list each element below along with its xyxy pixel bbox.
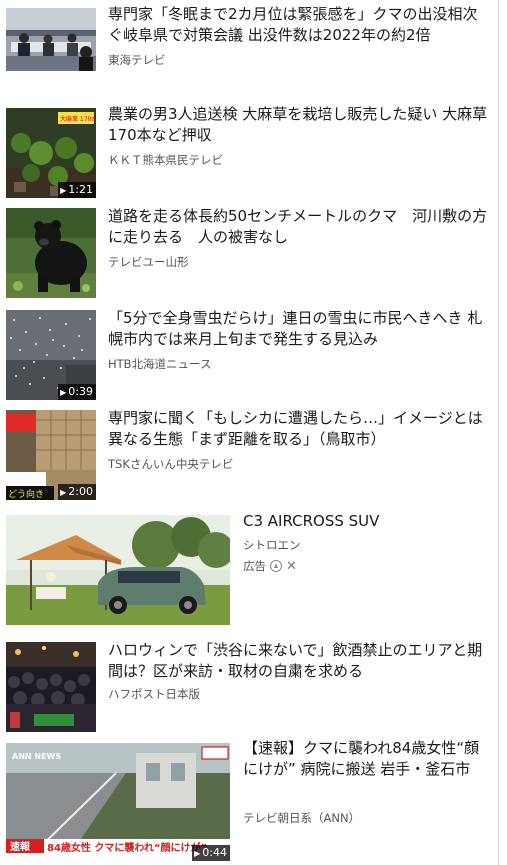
ad-label: 広告 [243,559,266,573]
thumbnail-cannabis: 大麻草 170本押収 ▶1:21 [6,108,96,198]
news-item-snow-bugs[interactable]: ▶ 0:39 「5分で全身雪虫だらけ」連日の雪虫に市民へきへき 札幌市内では来月上… [0,308,497,400]
channel-logo: ANN NEWS [12,752,61,761]
thumbnail-bear [6,208,96,298]
breaking-badge: 速報 [10,840,31,853]
ad-brand: シトロエン [243,538,301,552]
article-title: 農業の男3人追送検 大麻草を栽培し販売した疑い 大麻草170本など押収 [108,105,488,144]
thumbnail-caption: どう向き [8,488,44,500]
adchoices-icon[interactable] [270,560,282,572]
thumbnail-iwate-road: ANN NEWS 速報 84歳女性 クマに襲われ“顔にけが” ▶ 0:44 [6,743,230,861]
article-source: テレビユー山形 [108,255,189,269]
article-source: TSKさんいん中央テレビ [108,457,234,471]
news-feed: 専門家「冬眠まで2カ月位は緊張感を」クマの出没相次ぐ岐阜県で対策会議 出没件数は… [0,0,497,865]
play-icon: ▶ [194,849,201,858]
duration-text: 2:00 [68,485,93,498]
thumbnail-caption: 大麻草 170本押収 [60,115,96,123]
duration-text: 0:39 [68,385,93,398]
ad-item[interactable]: C3 AIRCROSS SUV シトロエン 広告 ✕ [0,512,497,632]
article-source: HTB北海道ニュース [108,357,212,371]
article-source: ハフポスト日本版 [108,687,200,701]
article-title: 専門家に聞く「もしシカに遭遇したら…」イメージとは異なる生態「まず距離を取る」（… [108,409,483,448]
news-item-cannabis[interactable]: 大麻草 170本押収 ▶1:21 農業の男3人追送検 大麻草を栽培し販売した疑い… [0,104,497,198]
ad-image-suv [6,515,230,625]
play-icon: ▶ [60,186,67,195]
news-item-bear-iwate[interactable]: ANN NEWS 速報 84歳女性 クマに襲われ“顔にけが” ▶ 0:44 【速報… [0,739,497,862]
article-title: 道路を走る体長約50センチメートルのクマ 河川敷の方に走り去る 人の被害なし [108,207,488,246]
column-divider [498,0,499,865]
play-icon: ▶ [60,488,67,497]
thumbnail-deer: どう向き ▶ 2:00 [6,410,96,500]
article-title: ハロウィンで「渋谷に来ないで」飲酒禁止のエリアと期間は？区が来訪・取材の自粛を求… [108,641,483,680]
play-icon: ▶ [60,388,67,397]
thumbnail-meeting [6,8,96,71]
article-title: 【速報】クマに襲われ84歳女性“顔にけが” 病院に搬送 岩手・釜石市 [243,739,480,778]
news-item-deer[interactable]: どう向き ▶ 2:00 専門家に聞く「もしシカに遭遇したら…」イメージとは異なる生… [0,408,497,500]
duration-text: 1:21 [68,183,93,196]
video-duration: ▶ 2:00 [58,484,96,500]
ad-label-row: 広告 ✕ [243,558,297,574]
thumbnail-halloween-crowd [6,642,96,732]
thumbnail-caption: 84歳女性 クマに襲われ“顔にけが” [47,841,207,854]
article-source: 東海テレビ [108,53,166,67]
video-duration: ▶ 0:39 [58,384,96,400]
news-item-halloween[interactable]: ハロウィンで「渋谷に来ないで」飲酒禁止のエリアと期間は？区が来訪・取材の自粛を求… [0,640,497,732]
close-icon[interactable]: ✕ [286,559,297,574]
video-duration: ▶ 0:44 [192,845,230,861]
article-title: 専門家「冬眠まで2カ月位は緊張感を」クマの出没相次ぐ岐阜県で対策会議 出没件数は… [108,5,478,44]
duration-text: 0:44 [202,846,227,859]
news-item-bear-road[interactable]: 道路を走る体長約50センチメートルのクマ 河川敷の方に走り去る 人の被害なし テ… [0,206,497,298]
video-duration: ▶ 1:21 [58,182,96,198]
article-source: ＫＫＴ熊本県民テレビ [108,153,223,167]
news-item-bear-gifu[interactable]: 専門家「冬眠まで2カ月位は緊張感を」クマの出没相次ぐ岐阜県で対策会議 出没件数は… [0,4,497,94]
ad-title: C3 AIRCROSS SUV [243,512,380,530]
thumbnail-snow-bugs: ▶ 0:39 [6,310,96,400]
article-source: テレビ朝日系（ANN） [243,811,361,825]
article-title: 「5分で全身雪虫だらけ」連日の雪虫に市民へきへき 札幌市内では来月上旬まで発生す… [108,309,483,348]
